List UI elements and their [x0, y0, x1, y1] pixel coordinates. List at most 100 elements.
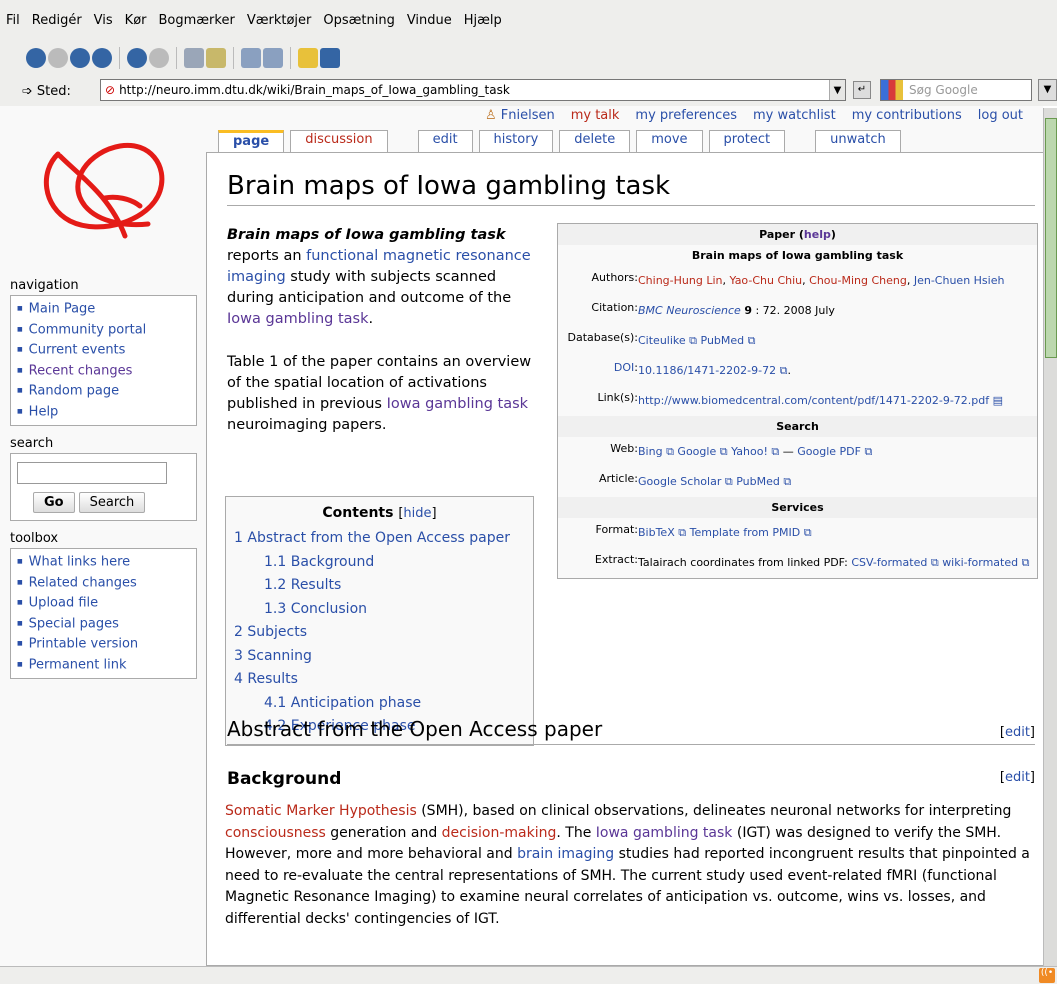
- brain-imaging-link[interactable]: brain imaging: [517, 846, 614, 862]
- tool-permanent-link[interactable]: Permanent link: [29, 657, 127, 672]
- yahoo-link[interactable]: Yahoo!: [731, 445, 768, 458]
- tool-printable-version[interactable]: Printable version: [29, 637, 138, 652]
- nav-current-events[interactable]: Current events: [29, 343, 126, 358]
- iowa-link[interactable]: Iowa gambling task: [227, 311, 369, 327]
- url-dropdown-icon[interactable]: ▼: [829, 80, 845, 100]
- tab-delete[interactable]: delete: [559, 130, 631, 152]
- author-link[interactable]: Jen-Chuen Hsieh: [914, 274, 1005, 287]
- pubmed-search-link[interactable]: PubMed: [736, 475, 780, 488]
- my-talk-link[interactable]: my talk: [571, 108, 620, 123]
- zoom-out-icon[interactable]: [263, 48, 283, 68]
- wiki-formated-link[interactable]: wiki-formated: [942, 556, 1018, 569]
- download-icon[interactable]: [320, 48, 340, 68]
- iowa-link-3[interactable]: Iowa gambling task: [596, 825, 733, 841]
- log-out-link[interactable]: log out: [978, 108, 1023, 123]
- journal-link[interactable]: BMC Neuroscience: [638, 304, 741, 317]
- reload-icon[interactable]: [127, 48, 147, 68]
- nav-community-portal[interactable]: Community portal: [29, 322, 147, 337]
- tool-upload-file[interactable]: Upload file: [29, 596, 98, 611]
- menu-opsaetning[interactable]: Opsætning: [323, 13, 394, 28]
- nav-main-page[interactable]: Main Page: [29, 302, 96, 317]
- infobox-help-link[interactable]: help: [804, 228, 831, 241]
- find-icon[interactable]: [206, 48, 226, 68]
- author-link[interactable]: Chou-Ming Cheng: [809, 274, 907, 287]
- author-link[interactable]: Yao-Chu Chiu: [729, 274, 802, 287]
- edit-section-link: [edit]: [999, 725, 1035, 740]
- nav-help[interactable]: Help: [29, 404, 59, 419]
- nav-random-page[interactable]: Random page: [29, 384, 119, 399]
- lock-icon[interactable]: [298, 48, 318, 68]
- citeulike-link[interactable]: Citeulike: [638, 334, 686, 347]
- forward-icon[interactable]: [48, 48, 68, 68]
- tool-what-links-here[interactable]: What links here: [29, 555, 130, 570]
- tab-protect[interactable]: protect: [708, 130, 786, 152]
- smh-link[interactable]: Somatic Marker Hypothesis: [225, 803, 417, 819]
- zoom-in-icon[interactable]: [241, 48, 261, 68]
- consciousness-link[interactable]: consciousness: [225, 825, 326, 841]
- toc-item[interactable]: 4.1 Anticipation phase: [234, 692, 525, 716]
- search-dropdown-icon[interactable]: ▼: [1038, 79, 1057, 101]
- doi-label-link[interactable]: DOI: [614, 361, 634, 374]
- tool-special-pages[interactable]: Special pages: [29, 616, 119, 631]
- toc-item[interactable]: 2 Subjects: [234, 621, 525, 645]
- search-button[interactable]: Search: [78, 492, 146, 513]
- doi-link[interactable]: 10.1186/1471-2202-9-72: [638, 364, 776, 377]
- toc-item[interactable]: 3 Scanning: [234, 645, 525, 669]
- tab-history[interactable]: history: [478, 130, 554, 152]
- go-icon[interactable]: ↵: [853, 81, 871, 99]
- tab-unwatch[interactable]: unwatch: [815, 130, 901, 152]
- menu-vis[interactable]: Vis: [94, 13, 113, 28]
- toc-hide-link[interactable]: hide: [403, 506, 431, 521]
- google-pdf-link[interactable]: Google PDF: [797, 445, 861, 458]
- tool-related-changes[interactable]: Related changes: [29, 575, 137, 590]
- edit-link[interactable]: edit: [1005, 725, 1030, 740]
- author-link[interactable]: Ching-Hung Lin: [638, 274, 722, 287]
- iowa-link-2[interactable]: Iowa gambling task: [387, 396, 529, 412]
- tab-edit[interactable]: edit: [417, 130, 473, 152]
- bing-link[interactable]: Bing: [638, 445, 663, 458]
- toc-item[interactable]: 1.1 Background: [234, 551, 525, 575]
- toc-item[interactable]: 1 Abstract from the Open Access paper: [234, 527, 525, 551]
- web-search-input[interactable]: Søg Google: [880, 79, 1032, 101]
- csv-link[interactable]: CSV-formated: [851, 556, 927, 569]
- toc-item[interactable]: 1.3 Conclusion: [234, 598, 525, 622]
- my-watchlist-link[interactable]: my watchlist: [753, 108, 836, 123]
- google-scholar-link[interactable]: Google Scholar: [638, 475, 721, 488]
- edit-link[interactable]: edit: [1005, 770, 1030, 785]
- scrollbar-thumb[interactable]: [1045, 118, 1057, 358]
- bibtex-link[interactable]: BibTeX: [638, 526, 675, 539]
- up-icon[interactable]: [70, 48, 90, 68]
- nav-recent-changes[interactable]: Recent changes: [29, 363, 133, 378]
- user-link[interactable]: ♙ Fnielsen: [485, 108, 555, 123]
- google-link[interactable]: Google: [677, 445, 716, 458]
- tab-page[interactable]: page: [218, 130, 285, 154]
- menu-kor[interactable]: Kør: [125, 13, 147, 28]
- go-button[interactable]: Go: [33, 492, 75, 513]
- page-tabs: page discussion edit history delete move…: [218, 130, 901, 154]
- wiki-search-input[interactable]: [17, 462, 167, 484]
- menu-bogmaerker[interactable]: Bogmærker: [159, 13, 235, 28]
- pubmed-link[interactable]: PubMed: [701, 334, 745, 347]
- vertical-scrollbar[interactable]: [1043, 108, 1057, 966]
- rss-icon[interactable]: ((•: [1039, 968, 1055, 983]
- toc-item[interactable]: 4 Results: [234, 668, 525, 692]
- print-icon[interactable]: [184, 48, 204, 68]
- url-input[interactable]: ⊘ http://neuro.imm.dtu.dk/wiki/Brain_map…: [100, 79, 846, 101]
- decision-making-link[interactable]: decision-making: [442, 825, 557, 841]
- my-preferences-link[interactable]: my preferences: [635, 108, 737, 123]
- tab-discussion[interactable]: discussion: [290, 130, 388, 152]
- template-pmid-link[interactable]: Template from PMID: [690, 526, 801, 539]
- menu-hjaelp[interactable]: Hjælp: [464, 13, 502, 28]
- site-logo[interactable]: [30, 136, 170, 246]
- menu-rediger[interactable]: Redigér: [32, 13, 82, 28]
- back-icon[interactable]: [26, 48, 46, 68]
- pdf-link[interactable]: http://www.biomedcentral.com/content/pdf…: [638, 394, 989, 407]
- tab-move[interactable]: move: [636, 130, 703, 152]
- menu-vaerktojer[interactable]: Værktøjer: [247, 13, 312, 28]
- menu-fil[interactable]: Fil: [6, 13, 20, 28]
- toc-item[interactable]: 1.2 Results: [234, 574, 525, 598]
- my-contributions-link[interactable]: my contributions: [852, 108, 962, 123]
- home-icon[interactable]: [92, 48, 112, 68]
- stop-icon[interactable]: [149, 48, 169, 68]
- menu-vindue[interactable]: Vindue: [407, 13, 452, 28]
